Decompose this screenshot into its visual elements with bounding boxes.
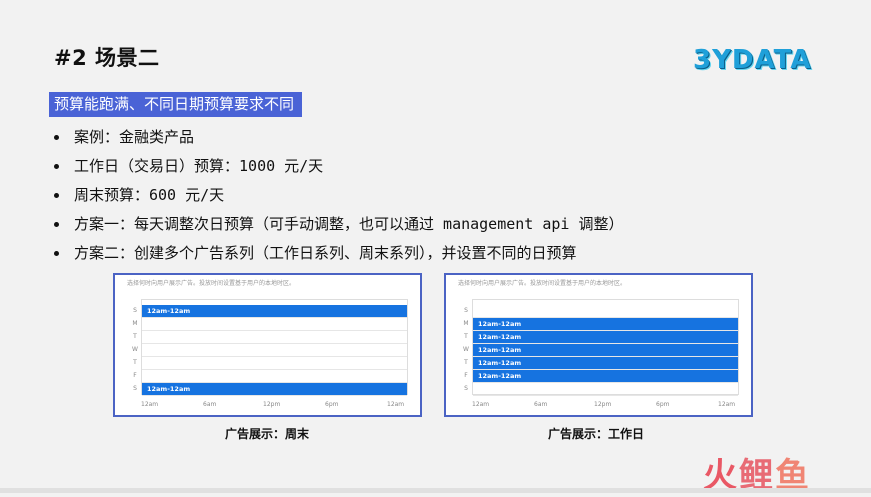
time-axis-label: 12am: [387, 401, 405, 408]
schedule-time-block[interactable]: 12am-12am: [473, 370, 738, 382]
schedule-time-block[interactable]: 12am-12am: [142, 305, 407, 317]
schedule-row[interactable]: [142, 357, 407, 370]
ad-schedule-panel-weekend: 选择何时向用户展示广告。投放时间设置基于用户的本地时区。 SMTWTFS 12a…: [113, 273, 422, 417]
footer-divider: [0, 488, 871, 493]
day-label: S: [133, 385, 137, 392]
schedule-row[interactable]: [142, 331, 407, 344]
day-label: T: [464, 333, 468, 340]
day-label: T: [133, 359, 137, 366]
schedule-row[interactable]: [473, 305, 738, 318]
schedule-row[interactable]: [473, 383, 738, 396]
highlight-banner: 预算能跑满、不同日期预算要求不同: [49, 92, 303, 117]
day-label: M: [132, 320, 138, 327]
bullet-dot-icon: [54, 164, 59, 169]
time-axis-label: 12pm: [594, 401, 612, 408]
schedule-row[interactable]: [142, 318, 407, 331]
bullet-item: 案例：金融类产品: [54, 124, 624, 153]
day-label: F: [464, 372, 468, 379]
schedule-time-block[interactable]: 12am-12am: [473, 344, 738, 356]
time-axis-label: 6am: [203, 401, 217, 408]
schedule-hint: 选择何时向用户展示广告。投放时间设置基于用户的本地时区。: [127, 280, 296, 287]
slide-title: #2 场景二: [54, 46, 160, 70]
schedule-time-block[interactable]: 12am-12am: [473, 357, 738, 369]
day-label: S: [464, 307, 468, 314]
bullet-item: 方案二：创建多个广告系列（工作日系列、周末系列），并设置不同的日预算: [54, 240, 624, 269]
bullet-dot-icon: [54, 222, 59, 227]
schedule-time-block[interactable]: 12am-12am: [142, 383, 407, 395]
bullet-text: 工作日（交易日）预算：1000 元/天: [74, 157, 324, 175]
day-label: M: [463, 320, 469, 327]
day-label: T: [133, 333, 137, 340]
bullet-dot-icon: [54, 193, 59, 198]
bullet-text: 方案二：创建多个广告系列（工作日系列、周末系列），并设置不同的日预算: [74, 244, 577, 262]
bullet-list: 案例：金融类产品 工作日（交易日）预算：1000 元/天 周末预算：600 元/…: [54, 124, 624, 269]
schedule-grid: 12am-12am 12am-12am: [141, 299, 408, 396]
weekday-caption: 广告展示：工作日: [548, 427, 645, 441]
schedule-time-block[interactable]: 12am-12am: [473, 331, 738, 343]
ad-schedule-panel-weekday: 选择何时向用户展示广告。投放时间设置基于用户的本地时区。 SMTWTFS 12a…: [444, 273, 753, 417]
time-axis-label: 12am: [718, 401, 736, 408]
time-axis-label: 12am: [472, 401, 490, 408]
day-label: W: [463, 346, 469, 353]
schedule-time-block[interactable]: 12am-12am: [473, 318, 738, 330]
time-axis-label: 12pm: [263, 401, 281, 408]
bullet-item: 周末预算：600 元/天: [54, 182, 624, 211]
time-axis-label: 6pm: [325, 401, 339, 408]
time-axis-label: 6pm: [656, 401, 670, 408]
bullet-text: 周末预算：600 元/天: [74, 186, 225, 204]
bullet-text: 案例：金融类产品: [74, 128, 195, 146]
bullet-dot-icon: [54, 135, 59, 140]
bullet-dot-icon: [54, 251, 59, 256]
time-axis-label: 12am: [141, 401, 159, 408]
schedule-hint: 选择何时向用户展示广告。投放时间设置基于用户的本地时区。: [458, 280, 627, 287]
schedule-row[interactable]: [142, 344, 407, 357]
bullet-text: 方案一：每天调整次日预算（可手动调整，也可以通过 management api …: [74, 215, 624, 233]
day-label: T: [464, 359, 468, 366]
schedule-row[interactable]: [142, 370, 407, 383]
brand-logo: 3YDATA: [693, 45, 812, 75]
day-label: F: [133, 372, 137, 379]
bullet-item: 方案一：每天调整次日预算（可手动调整，也可以通过 management api …: [54, 211, 624, 240]
day-label: W: [132, 346, 138, 353]
time-axis-label: 6am: [534, 401, 548, 408]
day-label: S: [133, 307, 137, 314]
day-label: S: [464, 385, 468, 392]
weekend-caption: 广告展示：周末: [225, 427, 310, 441]
schedule-grid: 12am-12am 12am-12am 12am-12am 12am-12am 12am…: [472, 299, 739, 396]
bullet-item: 工作日（交易日）预算：1000 元/天: [54, 153, 624, 182]
